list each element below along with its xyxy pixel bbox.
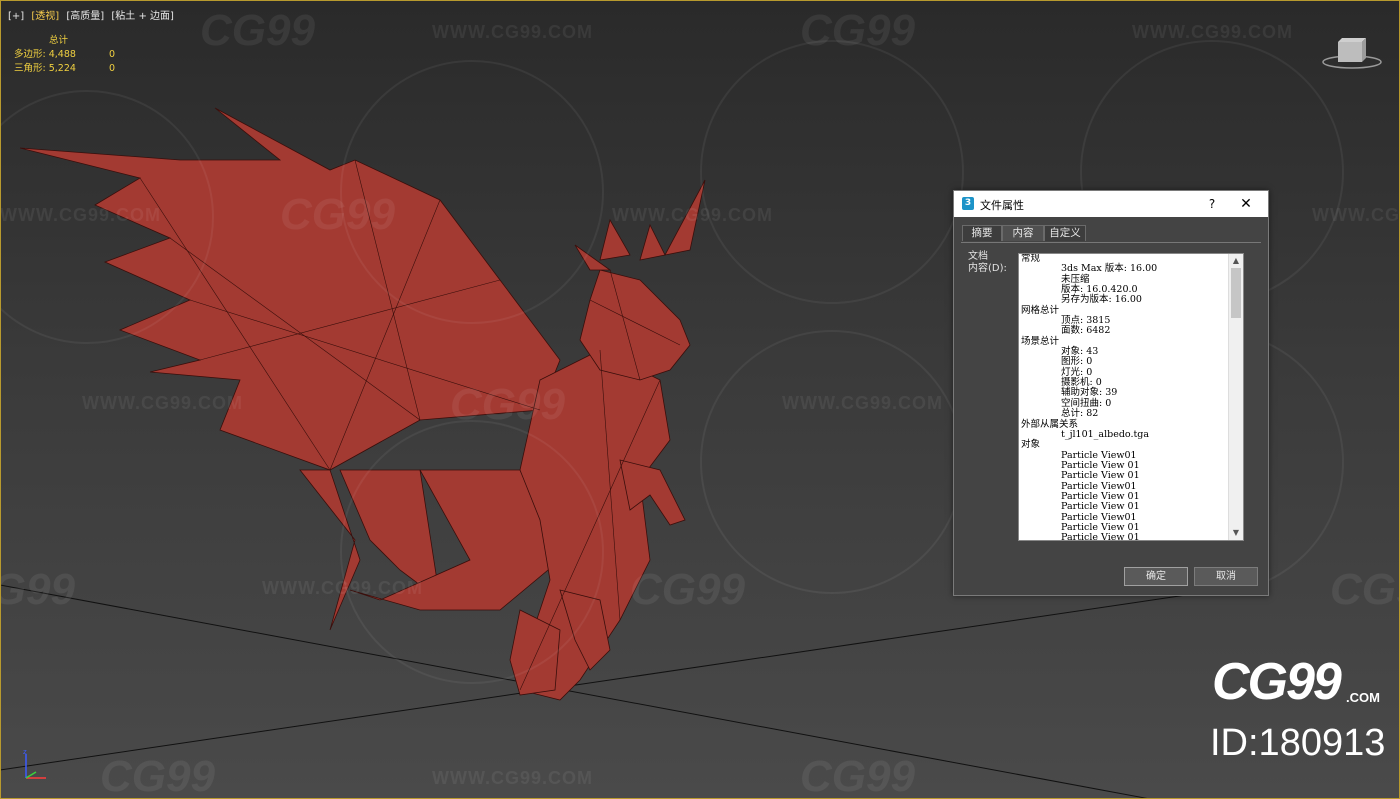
- dialog-titlebar[interactable]: 3 文件属性 ? ✕: [954, 191, 1268, 217]
- viewport-shading-quality-label[interactable]: [高质量]: [66, 11, 104, 22]
- document-contents-label: 文档 内容(D):: [968, 251, 1007, 274]
- stats-row-triangles: 三角形: 5,224 0: [14, 62, 134, 76]
- contents-line: Particle View 01: [1061, 532, 1140, 541]
- dragon-mesh-part: [579, 269, 691, 381]
- contents-line: 顶点: 3815: [1061, 315, 1111, 327]
- cg99-logo-suffix: .COM: [1346, 690, 1380, 705]
- stats-triangles-selected: 0: [109, 63, 116, 74]
- viewport-label-menu: [+] [透视] [高质量] [粘土 + 边面]: [8, 7, 178, 22]
- stats-header: 总计: [49, 35, 69, 46]
- viewcube-icon[interactable]: [1322, 34, 1382, 70]
- ok-button[interactable]: 确定: [1124, 567, 1188, 586]
- contents-line: 灯光: 0: [1061, 366, 1093, 378]
- scrollbar-thumb[interactable]: [1231, 268, 1241, 318]
- contents-line: 空间扭曲: 0: [1061, 397, 1112, 409]
- contents-line: 3ds Max 版本: 16.00: [1061, 263, 1158, 275]
- contents-section-heading: 场景总计: [1021, 335, 1060, 347]
- cg99-logo: CG99: [1212, 653, 1342, 711]
- scroll-up-arrow-icon[interactable]: ▲: [1229, 254, 1243, 268]
- file-properties-dialog[interactable]: 3 文件属性 ? ✕ 摘要 内容 自定义 文档 内容(D): 常规 3ds Max…: [953, 190, 1269, 596]
- contents-line: 总计: 82: [1061, 408, 1099, 420]
- contents-section-heading: 对象: [1021, 439, 1041, 451]
- scroll-down-arrow-icon[interactable]: ▼: [1229, 526, 1243, 540]
- dragon-mesh-part: [19, 107, 561, 471]
- help-button[interactable]: ?: [1202, 194, 1222, 214]
- stats-row-polygons: 多边形: 4,488 0: [14, 48, 134, 62]
- perspective-viewport[interactable]: WWW.CG99.COM WWW.CG99.COM WWW.CG99.COM W…: [0, 0, 1400, 799]
- contents-section-heading: 网格总计: [1021, 304, 1060, 316]
- statistics-panel: 总计 多边形: 4,488 0 三角形: 5,224 0: [14, 34, 134, 76]
- tab-summary[interactable]: 摘要: [962, 225, 1002, 241]
- dragon-mesh-part: [639, 223, 666, 261]
- contents-text: 常规 3ds Max 版本: 16.00 未压缩 版本: 16.0.420.0 另存为版…: [1021, 254, 1227, 541]
- viewport-display-mode-label[interactable]: [粘土 + 边面]: [111, 11, 174, 22]
- tab-custom[interactable]: 自定义: [1044, 225, 1086, 241]
- viewport-menu-plus[interactable]: [+]: [8, 11, 24, 22]
- contents-scrollbar[interactable]: ▲ ▼: [1228, 254, 1243, 540]
- stats-polygons-selected: 0: [109, 49, 116, 60]
- dialog-title: 文件属性: [980, 199, 1024, 212]
- contents-line: 对象: 43: [1061, 346, 1099, 358]
- contents-line: 图形: 0: [1061, 356, 1093, 368]
- stats-triangles-label: 三角形: 5,224: [14, 63, 76, 74]
- contents-line: Particle View 01: [1061, 470, 1140, 482]
- 3dsmax-app-icon: 3: [962, 197, 974, 210]
- dialog-tabs: 摘要 内容 自定义: [961, 225, 1261, 243]
- axis-tripod-icon: z: [23, 748, 46, 779]
- dragon-model[interactable]: [19, 107, 706, 701]
- contents-line: t_jl101_albedo.tga: [1061, 428, 1150, 440]
- contents-line: 辅助对象: 39: [1061, 387, 1118, 399]
- stats-polygons-label: 多边形: 4,488: [14, 49, 76, 60]
- dragon-mesh-part: [599, 218, 631, 261]
- svg-text:z: z: [23, 748, 27, 756]
- contents-line: 摄影机: 0: [1061, 377, 1102, 389]
- close-button[interactable]: ✕: [1236, 194, 1256, 214]
- tab-contents[interactable]: 内容: [1002, 225, 1044, 241]
- document-contents-list[interactable]: 常规 3ds Max 版本: 16.00 未压缩 版本: 16.0.420.0 另存为版…: [1018, 253, 1244, 541]
- dragon-mesh-part: [664, 179, 706, 256]
- cancel-button[interactable]: 取消: [1194, 567, 1258, 586]
- viewport-point-of-view-label[interactable]: [透视]: [31, 11, 59, 22]
- resource-id-label: ID:180913: [1210, 722, 1386, 764]
